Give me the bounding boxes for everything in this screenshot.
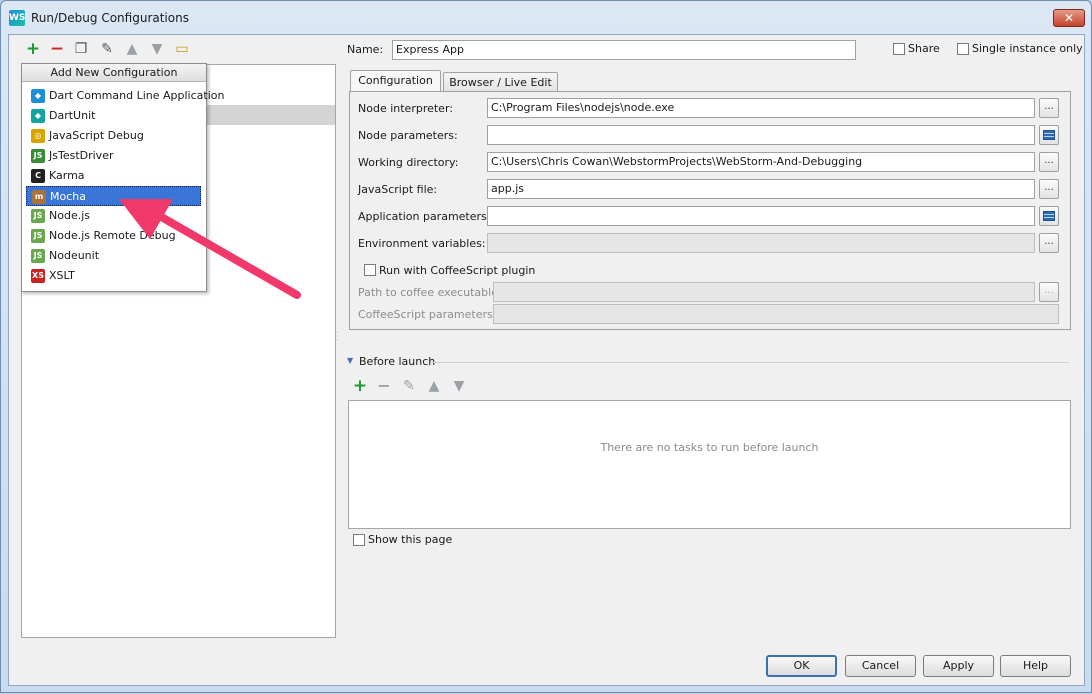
annotation-arrow (119, 199, 301, 299)
run-debug-configurations-window: WS Run/Debug Configurations ✕ + − ❐ ✎ ▲ … (0, 0, 1092, 693)
annotation-arrow-shaft (147, 207, 301, 299)
